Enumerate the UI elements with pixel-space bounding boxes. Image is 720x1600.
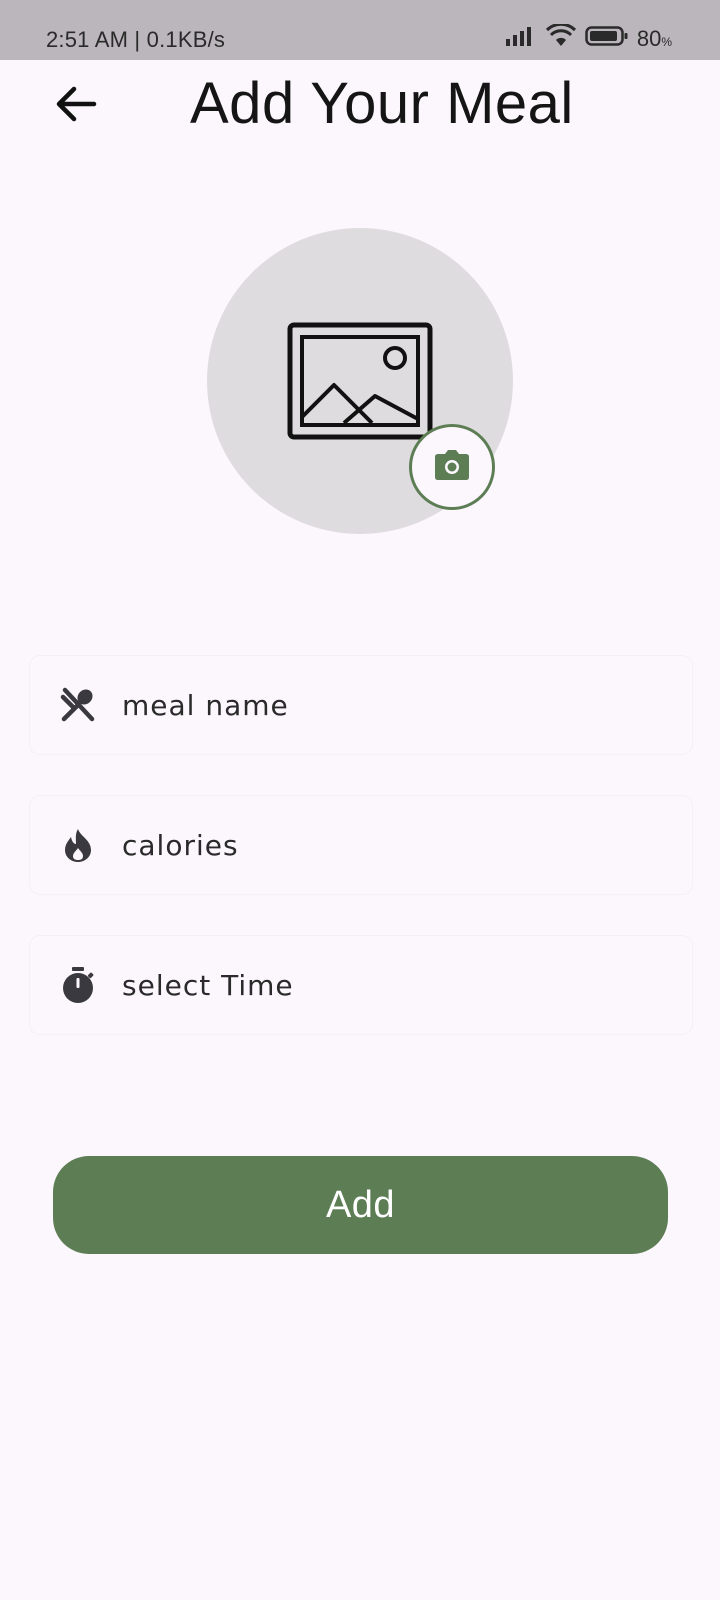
image-placeholder-icon [287,322,433,447]
meal-name-input[interactable] [120,687,644,723]
stopwatch-icon [58,965,98,1005]
meal-image-picker[interactable] [207,228,513,534]
arrow-back-icon [54,84,98,129]
back-button[interactable] [48,78,104,134]
meal-name-field[interactable] [30,656,692,754]
battery-icon [585,25,629,52]
status-time: 2:51 AM | 0.1KB/s [46,27,226,52]
flame-icon [58,825,98,865]
camera-icon [432,448,472,487]
status-bar: 2:51 AM | 0.1KB/s 80% [0,0,720,60]
camera-button[interactable] [409,424,495,510]
add-button[interactable]: Add [53,1156,668,1254]
time-input[interactable] [120,967,644,1003]
app-header: Add Your Meal [0,60,720,160]
calories-field[interactable] [30,796,692,894]
status-indicators: 80% [505,22,672,53]
calories-input[interactable] [120,827,644,863]
battery-percentage: 80% [636,25,672,51]
wifi-icon [545,22,577,53]
time-field[interactable] [30,936,692,1034]
page-title: Add Your Meal [190,71,574,136]
utensils-icon [58,685,98,725]
signal-icon [505,25,537,52]
